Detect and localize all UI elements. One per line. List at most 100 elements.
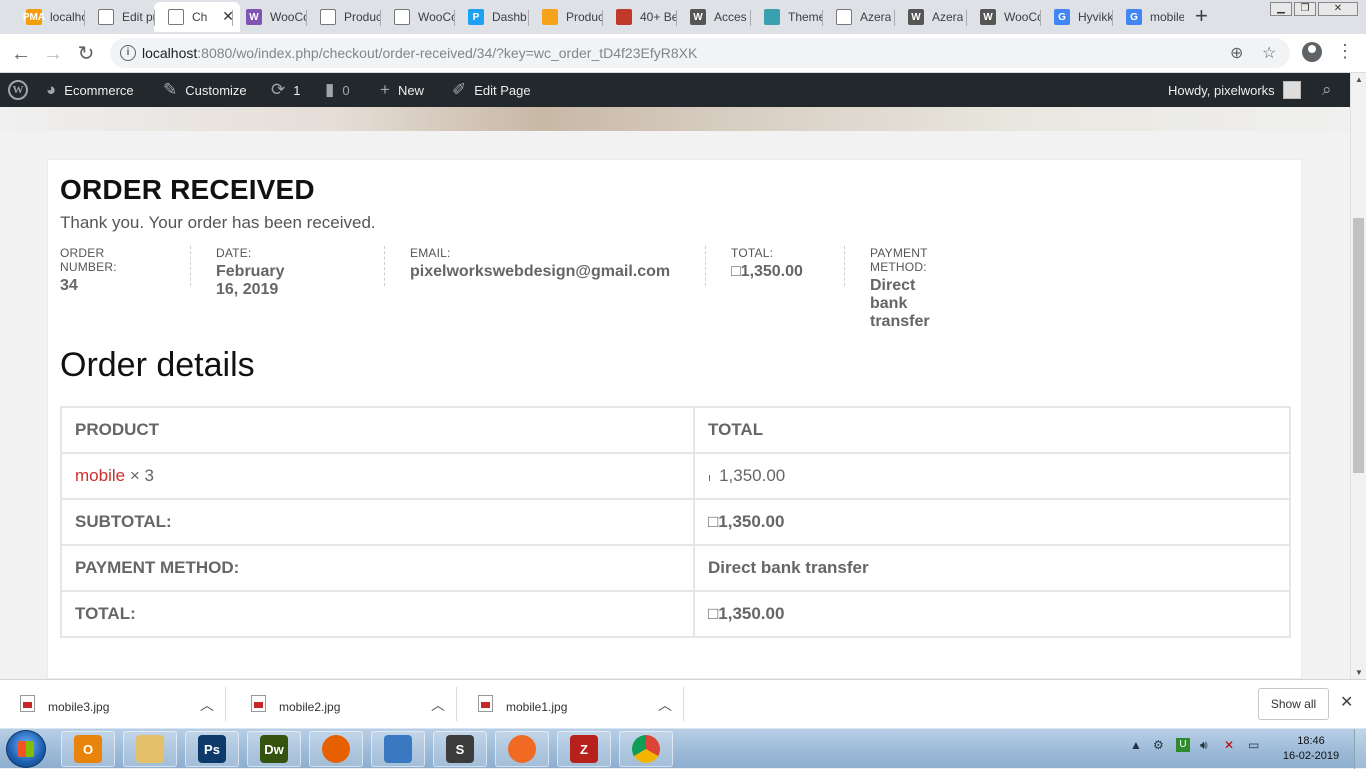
show-all-downloads-button[interactable]: Show all: [1258, 688, 1329, 720]
header-image: [0, 107, 1356, 131]
tab-favicon-icon: W: [908, 9, 924, 25]
minimize-button[interactable]: ▁: [1270, 2, 1292, 16]
download-item[interactable]: mobile1.jpg ︿: [458, 687, 684, 721]
admin-search-button[interactable]: ⌕: [1322, 73, 1332, 107]
volume-icon[interactable]: 🔊︎: [1200, 738, 1208, 753]
edit-page-link[interactable]: ✐ Edit Page: [452, 73, 531, 107]
back-arrow-icon[interactable]: ←: [8, 41, 34, 67]
browser-menu-icon[interactable]: ⋮: [1336, 42, 1354, 60]
column-header-product: PRODUCT: [60, 406, 695, 454]
overview-divider: [844, 246, 845, 286]
table-row: SUBTOTAL: □1,350.00: [60, 498, 1291, 546]
tab-title: Edit pro: [122, 10, 158, 24]
taskbar-app-chrome[interactable]: [619, 731, 673, 767]
wp-logo-button[interactable]: W: [8, 73, 28, 107]
sublime-icon: S: [446, 735, 474, 763]
tray-expand-icon[interactable]: ▲: [1130, 738, 1142, 752]
start-button[interactable]: [6, 730, 46, 768]
browser-tab[interactable]: W Acces: [676, 2, 750, 32]
action-center-icon[interactable]: ▭: [1248, 738, 1259, 752]
taskbar-app-explorer[interactable]: [123, 731, 177, 767]
reload-icon[interactable]: ↻: [73, 41, 99, 67]
scroll-up-arrow-icon[interactable]: ▲: [1355, 75, 1363, 84]
profile-avatar-icon[interactable]: [1302, 42, 1322, 62]
taskbar-app-outlook[interactable]: O: [61, 731, 115, 767]
product-total-value: 1,350.00: [719, 466, 786, 485]
taskbar-app-sublime[interactable]: S: [433, 731, 487, 767]
taskbar-app-firefox[interactable]: [309, 731, 363, 767]
taskbar-app-filezilla[interactable]: Z: [557, 731, 611, 767]
tab-favicon-icon: G: [1054, 9, 1070, 25]
browser-tab[interactable]: Produc: [306, 2, 380, 32]
maximize-button[interactable]: ❐: [1294, 2, 1316, 16]
taskbar-app-pen[interactable]: [495, 731, 549, 767]
pen-icon: [508, 735, 536, 763]
browser-tab[interactable]: W WooCo: [966, 2, 1040, 32]
comments-count: 0: [342, 82, 350, 98]
updates-link[interactable]: ⟳ 1: [271, 73, 300, 107]
taskbar-app-network[interactable]: [371, 731, 425, 767]
tray-network-icon[interactable]: ⚙: [1153, 738, 1164, 752]
forward-arrow-icon[interactable]: →: [40, 41, 66, 67]
browser-tab[interactable]: G Hyvikk: [1040, 2, 1112, 32]
browser-tab[interactable]: Ch ✕: [154, 2, 240, 32]
browser-tab[interactable]: W Azera: [894, 2, 966, 32]
downloads-bar: mobile3.jpg ︿ mobile2.jpg ︿ mobile1.jpg …: [0, 679, 1366, 728]
taskbar-clock[interactable]: 18:46 16-02-2019: [1280, 734, 1342, 764]
taskbar-app-photoshop[interactable]: Ps: [185, 731, 239, 767]
comments-link[interactable]: ▮ 0: [325, 73, 350, 107]
subtotal-value: □1,350.00: [693, 498, 1291, 546]
chevron-up-icon[interactable]: ︿: [658, 695, 672, 715]
product-link[interactable]: mobile: [75, 466, 125, 485]
network-warning-icon[interactable]: ✕: [1224, 738, 1234, 752]
browser-tab[interactable]: Azera: [822, 2, 894, 32]
table-row: PAYMENT METHOD: Direct bank transfer: [60, 544, 1291, 592]
browser-tab[interactable]: Theme: [750, 2, 822, 32]
scrollbar-thumb[interactable]: [1353, 218, 1364, 473]
user-avatar: [1282, 81, 1301, 99]
tab-favicon-icon: G: [1126, 9, 1142, 25]
tab-title: Acces: [714, 10, 747, 24]
close-window-button[interactable]: ✕: [1318, 2, 1358, 16]
new-content-link[interactable]: + New: [380, 73, 424, 107]
browser-tab[interactable]: WooCo: [380, 2, 454, 32]
browser-tab[interactable]: W WooCo: [232, 2, 306, 32]
url-text[interactable]: localhost:8080/wo/index.php/checkout/ord…: [142, 45, 697, 61]
image-file-icon: [20, 695, 35, 712]
outlook-icon: O: [74, 735, 102, 763]
subtotal-label: SUBTOTAL:: [60, 498, 695, 546]
dashboard-icon: ◕: [46, 80, 57, 99]
taskbar-app-dreamweaver[interactable]: Dw: [247, 731, 301, 767]
browser-tab[interactable]: Edit pro: [84, 2, 158, 32]
tray-app-icon[interactable]: U: [1176, 738, 1190, 752]
table-row: mobile × 3 ı 1,350.00: [60, 452, 1291, 500]
zoom-icon[interactable]: ⊕: [1230, 43, 1243, 63]
chevron-up-icon[interactable]: ︿: [431, 695, 445, 715]
tab-title: WooCo: [1004, 10, 1040, 24]
download-item[interactable]: mobile2.jpg ︿: [231, 687, 457, 721]
browser-tab[interactable]: Gmobile: [1112, 2, 1184, 32]
site-info-icon[interactable]: i: [120, 45, 136, 61]
chrome-icon: [632, 735, 660, 763]
browser-tab[interactable]: P Dashb: [454, 2, 528, 32]
close-downloads-icon[interactable]: ✕: [1340, 692, 1353, 712]
show-desktop-button[interactable]: [1354, 729, 1366, 769]
new-tab-button[interactable]: +: [1195, 5, 1208, 27]
browser-tab[interactable]: Produc: [528, 2, 602, 32]
chevron-up-icon[interactable]: ︿: [200, 695, 214, 715]
overview-total: TOTAL: □1,350.00: [731, 246, 803, 280]
address-bar[interactable]: i localhost:8080/wo/index.php/checkout/o…: [110, 38, 1290, 68]
bookmark-star-icon[interactable]: ☆: [1262, 43, 1276, 63]
download-item[interactable]: mobile3.jpg ︿: [0, 687, 226, 721]
tab-favicon-icon: [764, 9, 780, 25]
customize-link[interactable]: ✎ Customize: [163, 73, 247, 107]
my-account-menu[interactable]: Howdy, pixelworks: [1168, 73, 1301, 107]
scroll-down-arrow-icon[interactable]: ▼: [1355, 668, 1363, 677]
tab-favicon-icon: [616, 9, 632, 25]
site-name-label: Ecommerce: [64, 82, 134, 98]
browser-tab[interactable]: PMA localho: [12, 2, 84, 32]
page-scrollbar[interactable]: ▲ ▼: [1350, 73, 1366, 679]
browser-tab[interactable]: 40+ Be: [602, 2, 676, 32]
download-filename: mobile3.jpg: [48, 700, 110, 714]
site-name-link[interactable]: ◕ Ecommerce: [46, 73, 134, 107]
